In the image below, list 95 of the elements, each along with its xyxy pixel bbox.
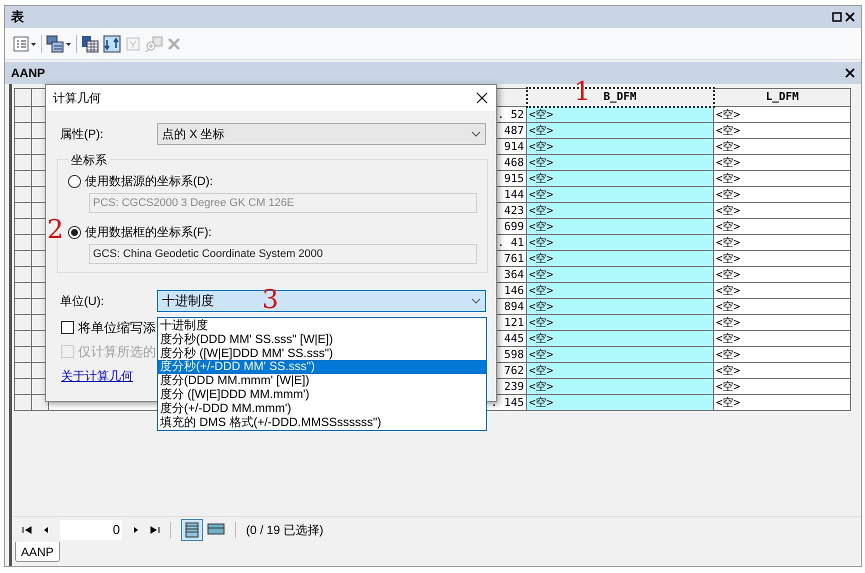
row-selector[interactable] xyxy=(14,186,32,202)
row-selector[interactable] xyxy=(14,250,32,266)
table-tab[interactable]: AANP xyxy=(15,542,60,562)
zoom-to-selected-icon[interactable] xyxy=(145,36,163,52)
show-all-records-icon[interactable] xyxy=(181,518,203,540)
table-cell: <空> xyxy=(526,314,714,330)
table-cell: <空> xyxy=(714,362,850,378)
selection-status: (0 / 19 已选择) xyxy=(246,522,324,538)
table-title: AANP xyxy=(11,65,46,82)
row-selector[interactable] xyxy=(14,138,32,154)
radio-button[interactable] xyxy=(68,174,81,188)
close-icon[interactable] xyxy=(476,92,488,104)
table-cell: <空> xyxy=(526,234,714,250)
table-cell: <空> xyxy=(526,330,714,346)
record-field[interactable]: 0 xyxy=(60,520,122,540)
row-selector[interactable] xyxy=(14,330,32,346)
row-selector[interactable] xyxy=(14,234,32,250)
close-icon[interactable] xyxy=(845,68,855,78)
table-cell: <空> xyxy=(526,202,714,218)
coordinate-system-field: GCS: China Geodetic Coordinate System 2000 xyxy=(89,244,477,264)
chevron-down-icon xyxy=(471,298,481,304)
table-cell: <空> xyxy=(714,314,850,330)
row-selector[interactable] xyxy=(14,218,32,234)
show-selected-records-icon[interactable] xyxy=(207,522,225,536)
table-cell: <空> xyxy=(714,106,850,122)
row-selector[interactable] xyxy=(14,298,32,314)
row-selector[interactable] xyxy=(14,362,32,378)
table-cell: <空> xyxy=(714,218,850,234)
table-cell: <空> xyxy=(526,394,714,410)
table-cell: <空> xyxy=(714,250,850,266)
row-selector[interactable] xyxy=(14,282,32,298)
switch-selection-icon[interactable] xyxy=(103,34,121,52)
table-cell: <空> xyxy=(526,154,714,170)
related-tables-icon[interactable] xyxy=(46,34,72,52)
table-cell: <空> xyxy=(526,170,714,186)
row-selector[interactable] xyxy=(14,122,32,138)
table-cell: <空> xyxy=(526,138,714,154)
table-cell: <空> xyxy=(526,266,714,282)
row-selector[interactable] xyxy=(14,378,32,394)
column-header[interactable]: L_DFM xyxy=(714,88,850,106)
table-cell: <空> xyxy=(714,202,850,218)
table-cell: <空> xyxy=(526,106,714,122)
row-selector[interactable] xyxy=(14,266,32,282)
dropdown-option[interactable]: 十进制度 xyxy=(158,319,486,333)
dropdown-option[interactable]: 度分秒(DDD MM' SS.sss" [W|E]) xyxy=(158,332,486,347)
table-cell: <空> xyxy=(714,282,850,298)
table-cell: <空> xyxy=(714,330,850,346)
table-cell: <空> xyxy=(526,250,714,266)
table-cell: <空> xyxy=(714,138,850,154)
table-cell: <空> xyxy=(714,346,850,362)
coordinate-system-field: PCS: CGCS2000 3 Degree GK CM 126E xyxy=(89,193,477,213)
previous-record-icon[interactable] xyxy=(42,524,50,534)
row-selector[interactable] xyxy=(14,394,32,410)
table-cell: <空> xyxy=(714,186,850,202)
next-record-icon[interactable] xyxy=(132,524,140,534)
chevron-down-icon xyxy=(471,131,481,137)
row-selector[interactable] xyxy=(14,346,32,362)
row-selector[interactable] xyxy=(14,170,32,186)
property-dropdown[interactable]: 点的 X 坐标 xyxy=(157,123,486,145)
table-cell: <空> xyxy=(526,218,714,234)
table-cell: <空> xyxy=(526,186,714,202)
row-selector[interactable] xyxy=(14,106,32,122)
table-cell: <空> xyxy=(714,122,850,138)
table-options-icon[interactable] xyxy=(13,36,37,52)
window-title: 表 xyxy=(11,8,24,26)
delete-icon[interactable] xyxy=(167,36,181,50)
group-title: 坐标系 xyxy=(68,151,110,169)
row-header-cell xyxy=(14,88,32,106)
row-selector[interactable] xyxy=(14,314,32,330)
table-cell: <空> xyxy=(714,266,850,282)
select-by-attributes-icon[interactable] xyxy=(81,34,99,52)
table-cell: <空> xyxy=(526,378,714,394)
checkbox[interactable] xyxy=(61,321,74,334)
maximize-icon[interactable] xyxy=(832,12,842,22)
table-cell: <空> xyxy=(526,282,714,298)
table-cell: <空> xyxy=(714,394,850,410)
table-cell: <空> xyxy=(714,234,850,250)
dropdown-option[interactable]: 度分秒 ([W|E]DDD MM' SS.sss") xyxy=(158,346,486,360)
dropdown-option[interactable]: 填充的 DMS 格式(+/-DDD.MMSSssssss") xyxy=(158,416,486,430)
table-cell: <空> xyxy=(714,170,850,186)
table-cell: <空> xyxy=(526,298,714,314)
dropdown-option[interactable]: 度分秒(+/-DDD MM' SS.sss") xyxy=(158,360,486,374)
table-cell: <空> xyxy=(714,378,850,394)
table-cell: <空> xyxy=(714,154,850,170)
table-cell: <空> xyxy=(526,362,714,378)
table-cell: <空> xyxy=(526,122,714,138)
radio-button[interactable] xyxy=(68,226,81,238)
row-selector[interactable] xyxy=(14,154,32,170)
dialog-title: 计算几何 xyxy=(53,90,101,107)
table-cell: <空> xyxy=(714,298,850,314)
last-record-icon[interactable] xyxy=(150,524,160,534)
table-cell: <空> xyxy=(526,346,714,362)
close-icon[interactable] xyxy=(845,12,855,22)
row-selector[interactable] xyxy=(14,202,32,218)
first-record-icon[interactable] xyxy=(22,524,32,534)
